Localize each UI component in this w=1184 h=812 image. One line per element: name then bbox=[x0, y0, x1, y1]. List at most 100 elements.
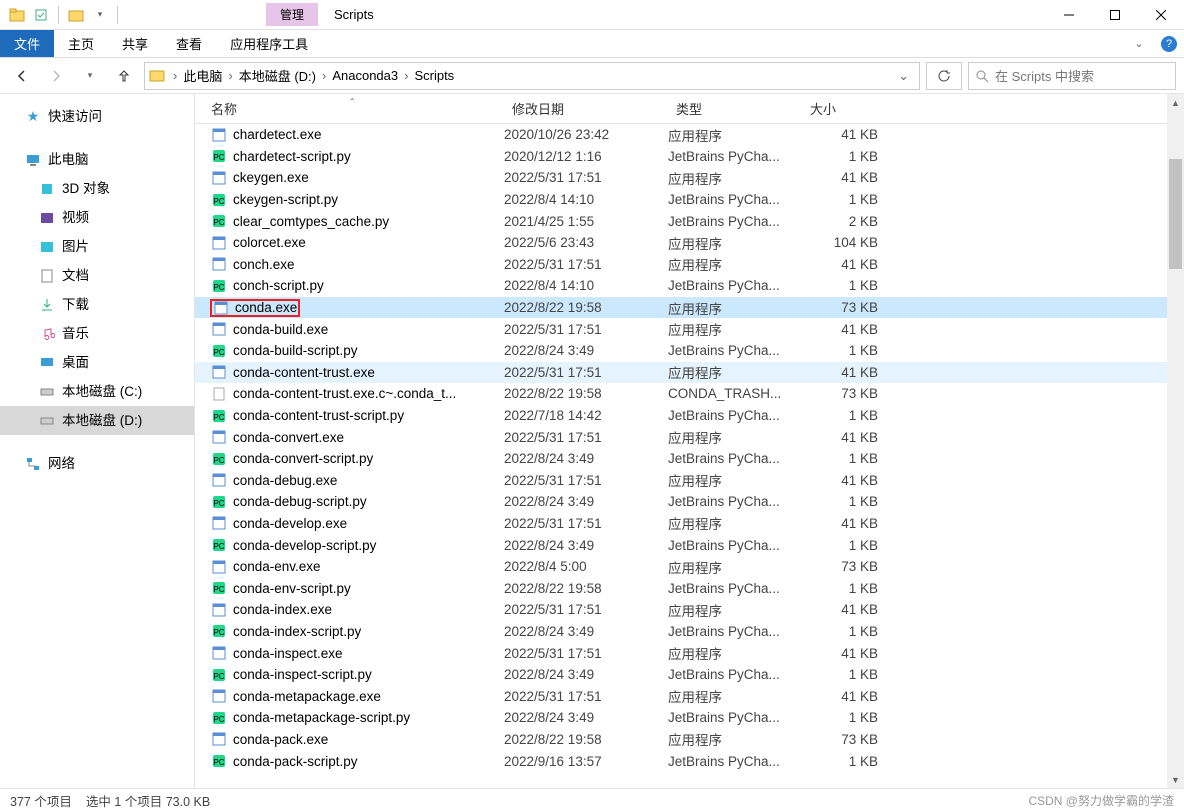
file-row[interactable]: conda-content-trust.exe2022/5/31 17:51应用… bbox=[195, 362, 1167, 384]
column-type[interactable]: 类型 bbox=[668, 99, 802, 118]
file-row[interactable]: PCconda-content-trust-script.py2022/7/18… bbox=[195, 405, 1167, 427]
chevron-right-icon[interactable]: › bbox=[402, 68, 410, 83]
file-name: conda-develop.exe bbox=[233, 516, 347, 531]
file-name: conda-content-trust.exe bbox=[233, 365, 375, 380]
column-name[interactable]: 名称⌃ bbox=[195, 99, 504, 118]
file-type: JetBrains PyCha... bbox=[668, 149, 802, 164]
file-size: 73 KB bbox=[802, 386, 886, 401]
file-row[interactable]: conda-pack.exe2022/8/22 19:58应用程序73 KB bbox=[195, 729, 1167, 751]
file-row[interactable]: PCconda-convert-script.py2022/8/24 3:49J… bbox=[195, 448, 1167, 470]
nav-item[interactable]: 本地磁盘 (C:) bbox=[0, 377, 194, 406]
watermark-text: CSDN @努力做学霸的学渣 bbox=[1028, 792, 1174, 809]
scrollbar-thumb[interactable] bbox=[1169, 159, 1182, 269]
recent-dropdown[interactable]: ▾ bbox=[76, 62, 104, 90]
ribbon-tab-view[interactable]: 查看 bbox=[162, 30, 216, 57]
nav-item[interactable]: 本地磁盘 (D:) bbox=[0, 406, 194, 435]
nav-this-pc[interactable]: 此电脑 bbox=[0, 145, 194, 174]
file-row[interactable]: conda-env.exe2022/8/4 5:00应用程序73 KB bbox=[195, 556, 1167, 578]
context-tab-manage[interactable]: 管理 bbox=[266, 3, 318, 26]
help-button[interactable]: ? bbox=[1154, 30, 1184, 57]
ribbon-tab-home[interactable]: 主页 bbox=[54, 30, 108, 57]
file-size: 1 KB bbox=[802, 494, 886, 509]
nav-item[interactable]: 3D 对象 bbox=[0, 174, 194, 203]
column-size[interactable]: 大小 bbox=[802, 99, 886, 118]
nav-network[interactable]: 网络 bbox=[0, 449, 194, 478]
up-button[interactable] bbox=[110, 62, 138, 90]
file-row[interactable]: conda.exe2022/8/22 19:58应用程序73 KB bbox=[195, 297, 1167, 319]
ribbon-expand-icon[interactable]: ⌄ bbox=[1124, 30, 1154, 57]
file-row[interactable]: PCclear_comtypes_cache.py2021/4/25 1:55J… bbox=[195, 210, 1167, 232]
window-title: Scripts bbox=[318, 7, 390, 22]
file-row[interactable]: conda-build.exe2022/5/31 17:51应用程序41 KB bbox=[195, 318, 1167, 340]
breadcrumb-item[interactable]: Scripts bbox=[410, 68, 458, 83]
file-row[interactable]: ckeygen.exe2022/5/31 17:51应用程序41 KB bbox=[195, 167, 1167, 189]
scroll-down-icon[interactable]: ▼ bbox=[1167, 771, 1184, 788]
file-row[interactable]: colorcet.exe2022/5/6 23:43应用程序104 KB bbox=[195, 232, 1167, 254]
file-row[interactable]: conda-index.exe2022/5/31 17:51应用程序41 KB bbox=[195, 599, 1167, 621]
nav-item[interactable]: 音乐 bbox=[0, 319, 194, 348]
nav-item-icon bbox=[38, 267, 56, 285]
ribbon-tab-apptools[interactable]: 应用程序工具 bbox=[216, 30, 322, 57]
file-type: 应用程序 bbox=[668, 557, 802, 577]
nav-item[interactable]: 下载 bbox=[0, 290, 194, 319]
close-button[interactable] bbox=[1138, 0, 1184, 30]
back-button[interactable] bbox=[8, 62, 36, 90]
file-row[interactable]: conda-debug.exe2022/5/31 17:51应用程序41 KB bbox=[195, 470, 1167, 492]
column-date[interactable]: 修改日期 bbox=[504, 99, 668, 118]
minimize-button[interactable] bbox=[1046, 0, 1092, 30]
file-row[interactable]: conda-inspect.exe2022/5/31 17:51应用程序41 K… bbox=[195, 642, 1167, 664]
file-row[interactable]: conda-metapackage.exe2022/5/31 17:51应用程序… bbox=[195, 685, 1167, 707]
breadcrumb-item[interactable]: Anaconda3 bbox=[328, 68, 402, 83]
scrollbar-track[interactable] bbox=[1167, 111, 1184, 771]
file-list[interactable]: chardetect.exe2020/10/26 23:42应用程序41 KBP… bbox=[195, 124, 1167, 788]
file-row[interactable]: PCchardetect-script.py2020/12/12 1:16Jet… bbox=[195, 146, 1167, 168]
file-row[interactable]: conch.exe2022/5/31 17:51应用程序41 KB bbox=[195, 254, 1167, 276]
pc-icon bbox=[24, 151, 42, 169]
file-row[interactable]: chardetect.exe2020/10/26 23:42应用程序41 KB bbox=[195, 124, 1167, 146]
refresh-button[interactable] bbox=[926, 62, 962, 90]
new-folder-icon[interactable] bbox=[67, 6, 85, 24]
properties-icon[interactable] bbox=[32, 6, 50, 24]
chevron-right-icon[interactable]: › bbox=[226, 68, 234, 83]
ribbon-tab-share[interactable]: 共享 bbox=[108, 30, 162, 57]
nav-quick-access[interactable]: ★快速访问 bbox=[0, 102, 194, 131]
file-row[interactable]: PCconda-env-script.py2022/8/22 19:58JetB… bbox=[195, 577, 1167, 599]
file-name: ckeygen.exe bbox=[233, 170, 309, 185]
maximize-button[interactable] bbox=[1092, 0, 1138, 30]
file-row[interactable]: PCconda-debug-script.py2022/8/24 3:49Jet… bbox=[195, 491, 1167, 513]
vertical-scrollbar[interactable]: ▲ ▼ bbox=[1167, 94, 1184, 788]
network-icon bbox=[24, 455, 42, 473]
file-row[interactable]: conda-develop.exe2022/5/31 17:51应用程序41 K… bbox=[195, 513, 1167, 535]
breadcrumb-dropdown-icon[interactable]: ⌄ bbox=[892, 68, 915, 84]
scroll-up-icon[interactable]: ▲ bbox=[1167, 94, 1184, 111]
svg-text:PC: PC bbox=[213, 153, 224, 162]
forward-button[interactable] bbox=[42, 62, 70, 90]
file-size: 41 KB bbox=[802, 170, 886, 185]
chevron-right-icon[interactable]: › bbox=[171, 68, 179, 83]
nav-item[interactable]: 桌面 bbox=[0, 348, 194, 377]
file-row[interactable]: PCconda-build-script.py2022/8/24 3:49Jet… bbox=[195, 340, 1167, 362]
breadcrumb-item[interactable]: 此电脑 bbox=[179, 66, 226, 85]
nav-item[interactable]: 视频 bbox=[0, 203, 194, 232]
file-row[interactable]: PCconda-develop-script.py2022/8/24 3:49J… bbox=[195, 534, 1167, 556]
nav-item[interactable]: 文档 bbox=[0, 261, 194, 290]
file-row[interactable]: PCconda-metapackage-script.py2022/8/24 3… bbox=[195, 707, 1167, 729]
file-row[interactable]: conda-convert.exe2022/5/31 17:51应用程序41 K… bbox=[195, 426, 1167, 448]
file-date: 2022/8/24 3:49 bbox=[504, 624, 668, 639]
file-row[interactable]: PCconch-script.py2022/8/4 14:10JetBrains… bbox=[195, 275, 1167, 297]
qat-dropdown-icon[interactable]: ▾ bbox=[91, 6, 109, 24]
ribbon-tab-file[interactable]: 文件 bbox=[0, 30, 54, 57]
breadcrumb[interactable]: › 此电脑 › 本地磁盘 (D:) › Anaconda3 › Scripts … bbox=[144, 62, 920, 90]
file-row[interactable]: PCconda-pack-script.py2022/9/16 13:57Jet… bbox=[195, 750, 1167, 772]
file-type: 应用程序 bbox=[668, 729, 802, 749]
search-input[interactable]: 在 Scripts 中搜索 bbox=[968, 62, 1176, 90]
file-row[interactable]: conda-content-trust.exe.c~.conda_t...202… bbox=[195, 383, 1167, 405]
chevron-right-icon[interactable]: › bbox=[320, 68, 328, 83]
file-row[interactable]: PCconda-index-script.py2022/8/24 3:49Jet… bbox=[195, 621, 1167, 643]
nav-item[interactable]: 图片 bbox=[0, 232, 194, 261]
file-row[interactable]: PCckeygen-script.py2022/8/4 14:10JetBrai… bbox=[195, 189, 1167, 211]
breadcrumb-item[interactable]: 本地磁盘 (D:) bbox=[235, 66, 320, 85]
file-size: 2 KB bbox=[802, 214, 886, 229]
file-row[interactable]: PCconda-inspect-script.py2022/8/24 3:49J… bbox=[195, 664, 1167, 686]
file-size: 41 KB bbox=[802, 365, 886, 380]
